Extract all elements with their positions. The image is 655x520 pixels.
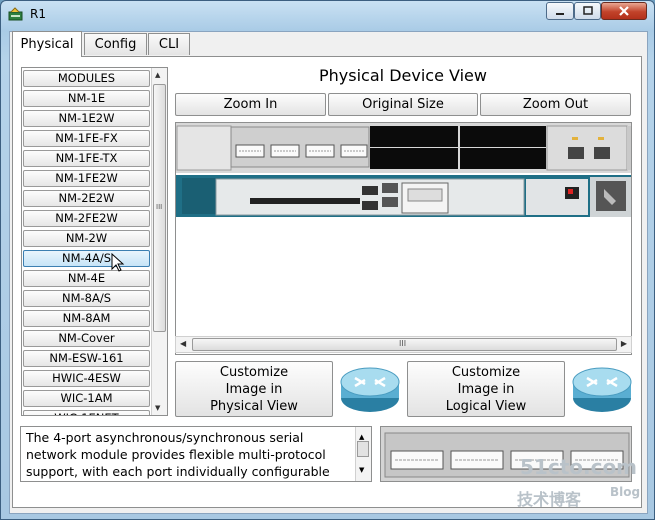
scroll-right-arrow-icon[interactable]: ▶ (621, 339, 627, 348)
router-icon (572, 367, 632, 412)
router-icon (340, 367, 400, 412)
scroll-up-arrow-icon[interactable]: ▲ (155, 71, 160, 79)
router-chassis-image (176, 123, 631, 217)
tab-cli[interactable]: CLI (148, 33, 190, 55)
zoom-out-button[interactable]: Zoom Out (480, 93, 631, 116)
serial-module-slot-image (230, 126, 370, 168)
device-view-hscrollbar[interactable]: ◀ III ▶ (175, 336, 632, 353)
module-item[interactable]: HWIC-4ESW (23, 370, 150, 387)
customize-logical-view-button[interactable]: Customize Image in Logical View (407, 361, 565, 417)
module-item[interactable]: NM-8A/S (23, 290, 150, 307)
module-item[interactable]: NM-2E2W (23, 190, 150, 207)
minimize-icon (556, 13, 564, 15)
close-icon (619, 6, 629, 16)
title-bar[interactable]: R1 (1, 1, 654, 27)
module-item[interactable]: NM-8AM (23, 310, 150, 327)
close-button[interactable] (601, 2, 647, 20)
tab-config[interactable]: Config (84, 33, 147, 55)
window-title: R1 (30, 7, 46, 21)
scroll-grip: III (156, 203, 163, 211)
module-item[interactable]: NM-4E (23, 270, 150, 287)
original-size-button[interactable]: Original Size (328, 93, 478, 116)
module-item[interactable]: NM-1FE-FX (23, 130, 150, 147)
mouse-pointer-icon (111, 253, 125, 272)
module-item[interactable]: NM-2FE2W (23, 210, 150, 227)
description-scroll-thumb[interactable] (357, 441, 369, 457)
module-item[interactable]: WIC-1ENET (23, 410, 150, 415)
module-list[interactable]: MODULES NM-1E NM-1E2W NM-1FE-FX NM-1FE-TX NM-… (21, 67, 168, 416)
watermark-tech-blog: 技术博客 (517, 490, 582, 509)
module-item[interactable]: NM-ESW-161 (23, 350, 150, 367)
module-item[interactable]: NM-1FE-TX (23, 150, 150, 167)
maximize-button[interactable] (574, 2, 601, 20)
module-item[interactable]: NM-1E (23, 90, 150, 107)
scroll-down-arrow-icon[interactable]: ▼ (155, 404, 160, 412)
scroll-grip: III (399, 339, 407, 348)
module-item[interactable]: NM-1E2W (23, 110, 150, 127)
watermark-site: 51cto.com (520, 455, 638, 479)
router-app-icon (8, 7, 23, 21)
watermark-blog: Blog (610, 485, 641, 499)
module-item[interactable]: NM-1FE2W (23, 170, 150, 187)
zoom-in-button[interactable]: Zoom In (175, 93, 326, 116)
module-item[interactable]: NM-2W (23, 230, 150, 247)
module-item[interactable]: NM-4A/S (23, 250, 150, 267)
module-description-text: The 4-port asynchronous/synchronous seri… (26, 430, 330, 479)
device-view-hscroll-thumb[interactable]: III (192, 338, 617, 351)
device-view-canvas[interactable] (175, 122, 632, 355)
minimize-button[interactable] (546, 2, 574, 20)
physical-device-view-heading: Physical Device View (319, 66, 487, 85)
scroll-down-arrow-icon[interactable]: ▼ (359, 462, 364, 479)
scroll-left-arrow-icon[interactable]: ◀ (180, 339, 186, 348)
maximize-icon (582, 6, 593, 15)
module-description: The 4-port asynchronous/synchronous seri… (20, 426, 372, 482)
tab-physical[interactable]: Physical (12, 31, 82, 57)
module-list-scroll-thumb[interactable]: III (153, 84, 166, 332)
customize-physical-view-button[interactable]: Customize Image in Physical View (175, 361, 333, 417)
module-item[interactable]: MODULES (23, 70, 150, 87)
description-scrollbar[interactable]: ▲ ▼ (355, 427, 371, 481)
module-item[interactable]: WIC-1AM (23, 390, 150, 407)
module-list-scrollbar[interactable]: ▲ III ▼ (151, 68, 167, 415)
module-item[interactable]: NM-Cover (23, 330, 150, 347)
